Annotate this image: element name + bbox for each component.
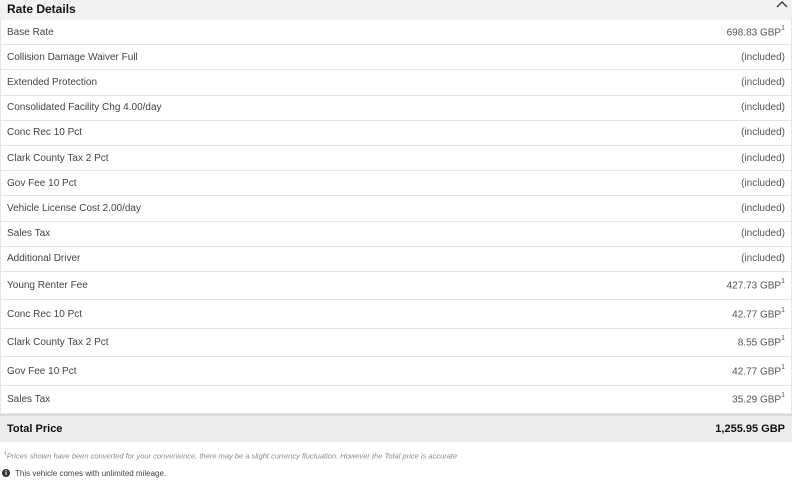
rate-row-amount-value: 698.83 GBP — [726, 27, 782, 39]
rate-row-amount: 42.77 GBP1 — [732, 306, 785, 321]
rate-row-amount-value: (included) — [741, 76, 785, 88]
rate-row-label: Clark County Tax 2 Pct — [7, 337, 109, 349]
mileage-note-text: This vehicle comes with unlimited mileag… — [15, 468, 167, 478]
rate-row-label: Consolidated Facility Chg 4.00/day — [7, 102, 162, 114]
rate-row: Gov Fee 10 Pct 42.77 GBP1 — [1, 357, 791, 386]
rate-row-label: Clark County Tax 2 Pct — [7, 152, 109, 164]
rate-row-amount-value: (included) — [741, 228, 785, 240]
mileage-note: i This vehicle comes with unlimited mile… — [2, 469, 792, 478]
rate-row-amount-value: (included) — [741, 51, 785, 63]
rate-row-amount-value: 8.55 GBP — [737, 337, 782, 349]
footnote-mark: 1 — [781, 278, 785, 286]
footnote-mark: 1 — [781, 392, 785, 400]
rate-row-amount-value: 35.29 GBP — [732, 394, 782, 406]
rate-row-amount: (included) — [741, 178, 785, 189]
rate-details-panel: Rate Details Base Rate 698.83 GBP1 Collisi… — [0, 0, 792, 478]
rate-row-amount-value: (included) — [741, 152, 785, 164]
rate-details-header[interactable]: Rate Details — [0, 0, 792, 20]
rate-row: Consolidated Facility Chg 4.00/day (inclu… — [1, 96, 791, 121]
rate-row-amount: (included) — [741, 153, 785, 164]
rate-row-amount: 698.83 GBP1 — [726, 24, 785, 39]
rate-row: Sales Tax (included) — [1, 222, 791, 247]
rate-row-amount-value: (included) — [741, 202, 785, 214]
rate-row-amount: (included) — [741, 102, 785, 113]
rate-row-label: Gov Fee 10 Pct — [7, 177, 77, 189]
footnote-mark: 1 — [781, 24, 785, 32]
rate-row-amount-value: 42.77 GBP — [732, 366, 782, 378]
rate-row-label: Conc Rec 10 Pct — [7, 308, 83, 320]
rate-row-amount: (included) — [741, 52, 785, 63]
rate-row: Base Rate 698.83 GBP1 — [1, 20, 791, 46]
rate-row-amount: (included) — [741, 77, 785, 88]
rate-row: Vehicle License Cost 2.00/day (included) — [1, 196, 791, 222]
rate-row-label: Sales Tax — [7, 394, 51, 406]
rate-row: Sales Tax 35.29 GBP1 — [1, 386, 791, 415]
rate-row-amount: (included) — [741, 127, 785, 138]
rate-row-label: Collision Damage Waiver Full — [7, 51, 138, 63]
rate-row-amount: 35.29 GBP1 — [732, 392, 785, 406]
rate-details-title: Rate Details — [7, 2, 76, 16]
rate-row-amount: (included) — [741, 203, 785, 214]
rate-row-amount-value: (included) — [741, 102, 785, 114]
rate-row-amount: 42.77 GBP1 — [732, 363, 785, 378]
rate-row-amount-value: 42.77 GBP — [732, 309, 782, 321]
rate-row: Young Renter Fee 427.73 GBP1 — [1, 272, 791, 301]
rate-row-label: Young Renter Fee — [7, 280, 88, 292]
rate-row: Clark County Tax 2 Pct 8.55 GBP1 — [1, 329, 791, 358]
footnote-mark: 1 — [781, 306, 785, 314]
rate-row-amount-value: 427.73 GBP — [726, 280, 782, 292]
rate-row-amount-value: (included) — [741, 253, 785, 265]
rate-row-label: Extended Protection — [7, 76, 98, 88]
rate-row: Gov Fee 10 Pct (included) — [1, 171, 791, 197]
currency-footnote: 1Prices shown have been converted for yo… — [4, 451, 792, 461]
rate-row-label: Additional Driver — [7, 253, 81, 265]
footnote-mark: 1 — [781, 335, 785, 343]
rate-row-amount: 8.55 GBP1 — [737, 335, 785, 349]
rate-row-label: Base Rate — [7, 26, 54, 38]
rate-row-amount: (included) — [741, 253, 785, 264]
footnote-mark: 1 — [781, 363, 785, 371]
rate-row: Clark County Tax 2 Pct (included) — [1, 146, 791, 172]
rate-row: Additional Driver (included) — [1, 247, 791, 272]
rate-row-amount-value: (included) — [741, 127, 785, 139]
rate-row-label: Conc Rec 10 Pct — [7, 127, 83, 139]
rate-row-label: Sales Tax — [7, 228, 51, 240]
rate-row-amount: (included) — [741, 228, 785, 239]
rate-row-label: Vehicle License Cost 2.00/day — [7, 202, 141, 214]
rate-row-label: Gov Fee 10 Pct — [7, 365, 77, 377]
chevron-up-icon[interactable] — [772, 0, 792, 20]
rate-row: Conc Rec 10 Pct 42.77 GBP1 — [1, 300, 791, 329]
rate-row: Extended Protection (included) — [1, 70, 791, 96]
rate-row-amount-value: (included) — [741, 177, 785, 189]
info-icon: i — [2, 469, 10, 478]
footnote-text: Prices shown have been converted for you… — [6, 451, 458, 461]
total-price-amount: 1,255.95 GBP — [715, 423, 785, 436]
rate-row: Collision Damage Waiver Full (included) — [1, 45, 791, 71]
total-price-label: Total Price — [7, 423, 63, 436]
rate-rows: Base Rate 698.83 GBP1 Collision Damage Wai… — [0, 20, 792, 415]
rate-row: Conc Rec 10 Pct (included) — [1, 121, 791, 146]
total-price-row: Total Price 1,255.95 GBP — [0, 414, 792, 443]
rate-row-amount: 427.73 GBP1 — [726, 278, 785, 292]
